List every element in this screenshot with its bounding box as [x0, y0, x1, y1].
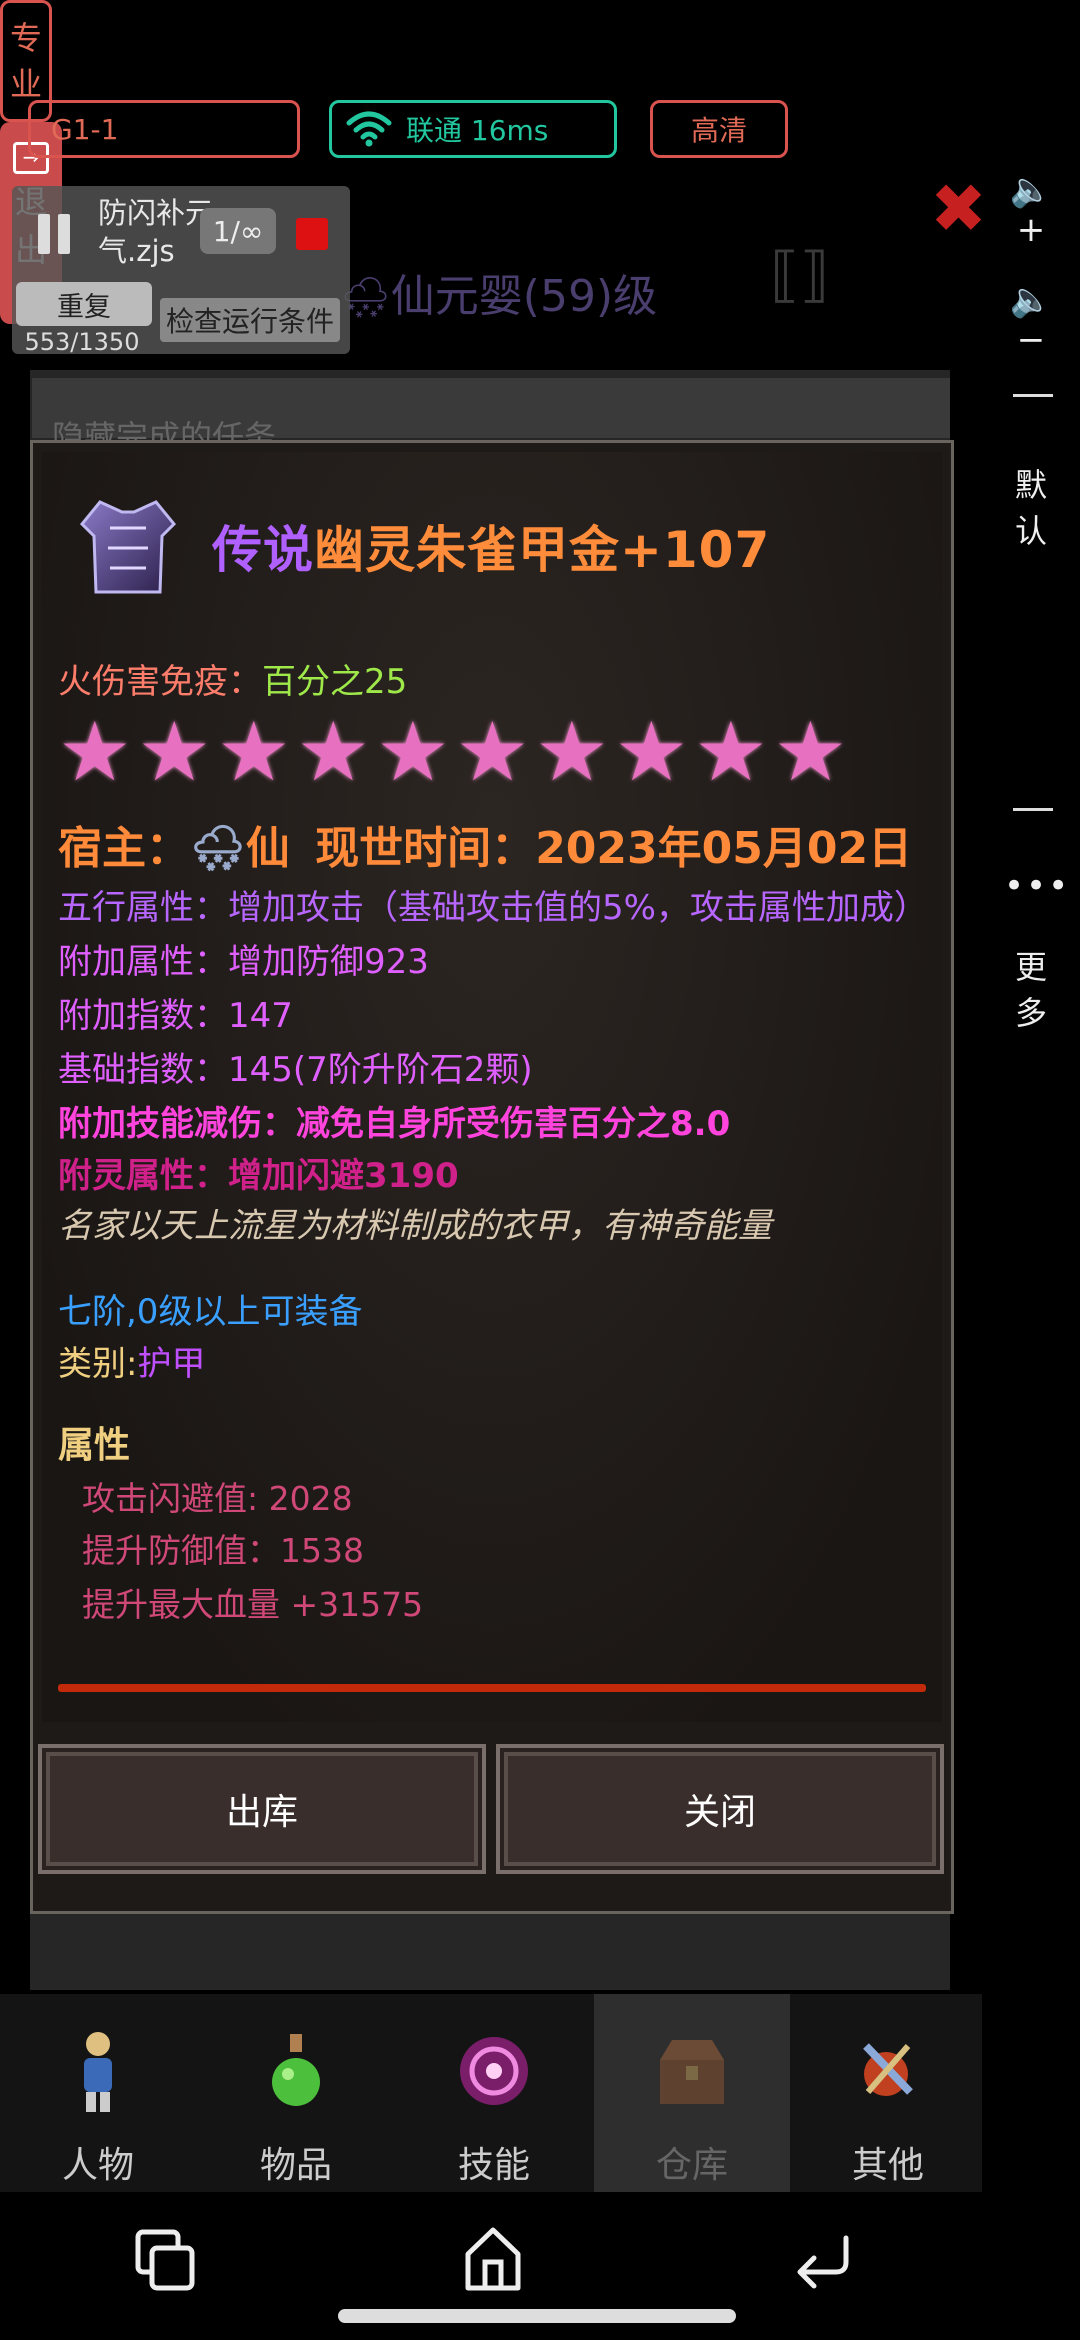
tab-label: 仓库: [655, 2145, 728, 2186]
fire-immunity-label: 火伤害免疫：: [58, 662, 262, 702]
owner-label: 宿主：: [58, 823, 190, 874]
category-value: 护甲: [137, 1344, 206, 1384]
armor-icon: [79, 500, 177, 594]
star-icon: ★: [137, 705, 212, 800]
toolbar-divider: [1013, 808, 1053, 811]
home-icon[interactable]: [462, 2224, 524, 2294]
tab-character[interactable]: 人物: [0, 1994, 196, 2192]
stop-icon[interactable]: [296, 218, 328, 250]
star-icon: ★: [376, 705, 450, 800]
wuxing-attribute: 五行属性：增加攻击（基础攻击值的5%，攻击属性加成）: [58, 888, 928, 928]
snow-cloud-icon: 🌨: [190, 823, 246, 874]
properties-header: 属性: [58, 1425, 131, 1466]
tab-label: 人物: [61, 2145, 134, 2186]
volume-up-icon[interactable]: 🔈+: [1004, 170, 1058, 250]
more-dots-icon[interactable]: •••: [1004, 866, 1068, 906]
more-button[interactable]: 更多: [1004, 944, 1058, 1036]
extra-attribute: 附加属性：增加防御923: [58, 942, 429, 982]
star-rating: ★ ★ ★ ★ ★ ★ ★ ★ ★ ★: [58, 712, 847, 794]
background-emblem-icon: ⟦⟧: [770, 240, 830, 310]
item-category: 类别:护甲: [58, 1336, 205, 1385]
star-icon: ★: [296, 705, 371, 800]
star-icon: ★: [773, 705, 848, 800]
star-icon: ★: [58, 705, 132, 800]
property-defense: 提升防御值：1538: [82, 1531, 364, 1570]
skill-reduction: 附加技能减伤：减免自身所受伤害百分之8.0: [58, 1104, 731, 1144]
owner-line: 宿主：🌨仙 现世时间：2023年05月02日: [58, 812, 912, 876]
quality-chip[interactable]: 高清: [650, 100, 788, 158]
star-icon: ★: [694, 705, 768, 800]
character-icon: [84, 2032, 112, 2112]
tab-label: 物品: [259, 2145, 332, 2186]
network-label: 联通 16ms: [406, 114, 549, 147]
back-icon[interactable]: [792, 2232, 854, 2290]
time-label: 现世时间：: [315, 823, 536, 874]
tab-items[interactable]: 物品: [198, 1994, 394, 2192]
spirit-attribute: 附灵属性：增加闪避3190: [58, 1156, 459, 1196]
item-description: 名家以天上流星为材料制成的衣甲，有神奇能量: [58, 1206, 772, 1246]
server-chip[interactable]: G1-1: [28, 100, 300, 158]
server-label: G1-1: [51, 112, 119, 146]
pause-icon[interactable]: [38, 214, 74, 254]
close-icon[interactable]: ✖: [930, 170, 987, 249]
item-name: 幽灵朱雀甲金+107: [314, 521, 771, 579]
close-button[interactable]: 关闭: [496, 1744, 944, 1874]
toolbar-divider: [1013, 394, 1053, 397]
divider-bar: [58, 1684, 926, 1692]
gesture-handle[interactable]: [338, 2309, 736, 2323]
tab-label: 其他: [851, 2145, 924, 2186]
owner-name: 仙: [245, 823, 290, 874]
fire-immunity-value: 百分之25: [262, 662, 408, 702]
player-title-text: 仙元婴(59)级: [390, 271, 658, 322]
skill-orb-icon: [460, 2037, 528, 2105]
check-conditions-button[interactable]: 检查运行条件: [160, 298, 341, 342]
property-dodge: 攻击闪避值: 2028: [82, 1479, 353, 1518]
equip-requirement: 七阶,0级以上可装备: [58, 1292, 363, 1332]
item-rarity: 传说: [212, 521, 314, 579]
fire-immunity: 火伤害免疫：百分之25: [58, 654, 407, 703]
run-count: 553/1350: [24, 328, 140, 356]
wifi-icon: [346, 111, 392, 147]
tab-label: 技能: [457, 2145, 530, 2186]
property-max-hp: 提升最大血量 +31575: [82, 1585, 424, 1624]
tab-other[interactable]: 其他: [790, 1994, 986, 2192]
other-icon: [863, 2043, 913, 2096]
item-title: 传说幽灵朱雀甲金+107: [212, 510, 770, 582]
tab-skills[interactable]: 技能: [396, 1994, 592, 2192]
loop-counter[interactable]: 1/∞: [200, 208, 276, 254]
repeat-button[interactable]: 重复: [16, 282, 152, 326]
star-icon: ★: [217, 705, 291, 800]
star-icon: ★: [455, 705, 530, 800]
star-icon: ★: [535, 705, 609, 800]
potion-icon: [272, 2034, 320, 2106]
star-icon: ★: [614, 705, 689, 800]
recent-apps-icon[interactable]: [130, 2226, 200, 2296]
withdraw-button[interactable]: 出库: [38, 1744, 486, 1874]
default-mode-button[interactable]: 默认: [1004, 462, 1058, 554]
extra-index: 附加指数：147: [58, 996, 293, 1036]
category-label: 类别:: [58, 1344, 138, 1384]
base-index: 基础指数：145(7阶升阶石2颗): [58, 1050, 533, 1090]
network-chip[interactable]: 联通 16ms: [329, 100, 617, 158]
volume-down-icon[interactable]: 🔈−: [1004, 280, 1058, 360]
time-value: 2023年05月02日: [535, 823, 913, 874]
chest-icon: [660, 2040, 724, 2104]
tab-warehouse[interactable]: 仓库: [594, 1994, 790, 2192]
player-title: 🌨仙元婴(59)级: [340, 260, 657, 324]
quality-label: 高清: [690, 114, 747, 147]
